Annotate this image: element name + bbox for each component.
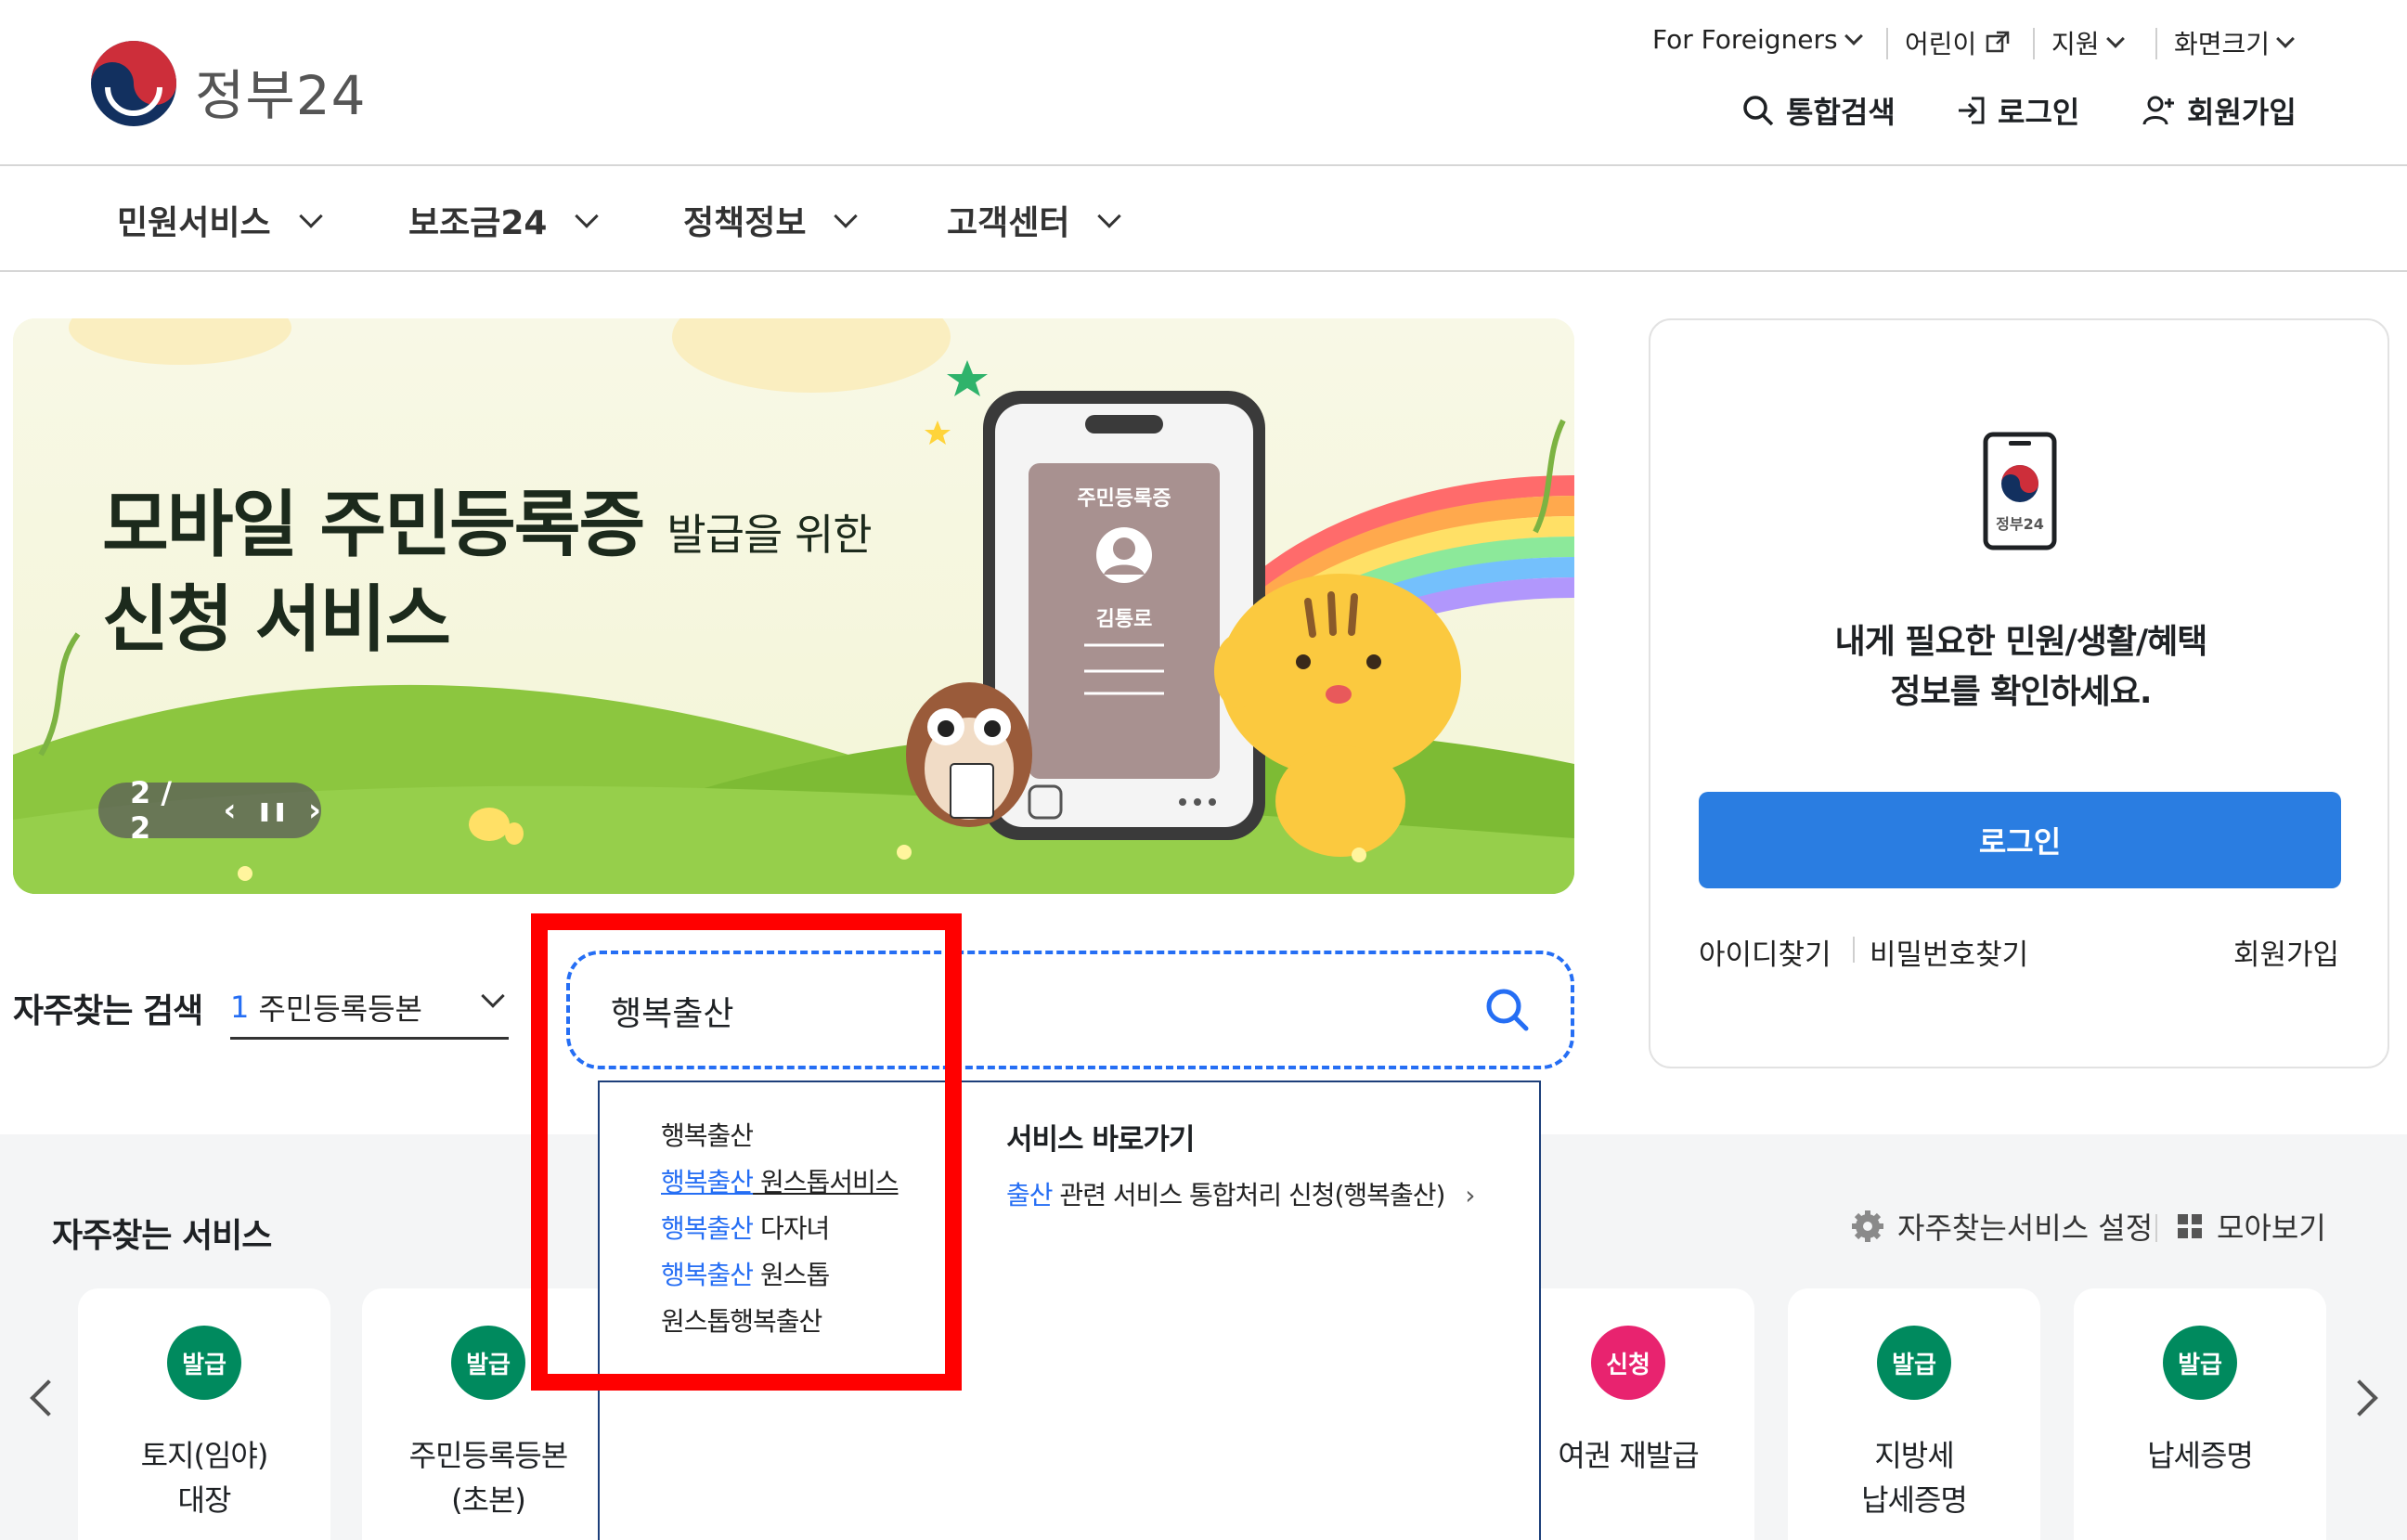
banner-controls: 2 / 2 ‹ ❚❚ › <box>98 775 321 846</box>
grid-icon <box>2178 1214 2202 1238</box>
frequent-services-settings[interactable]: 자주찾는서비스 설정 <box>1851 1205 2153 1248</box>
shortcut-text: 관련 서비스 통합처리 신청(행복출산) <box>1052 1180 1445 1210</box>
service-card[interactable]: 발급 납세증명 <box>2074 1288 2326 1540</box>
service-badge: 발급 <box>2163 1326 2237 1400</box>
divider <box>1853 937 1855 963</box>
divider <box>2155 28 2157 59</box>
chevron-down-icon <box>2276 30 2295 48</box>
banner-title-sub: 발급을 위한 <box>666 510 872 560</box>
gnb-item-civil-service[interactable]: 민원서비스 <box>117 196 323 244</box>
divider <box>1886 28 1888 59</box>
next-slide-button[interactable]: › <box>308 792 321 829</box>
search-icon[interactable] <box>1483 986 1532 1034</box>
login-button[interactable]: 로그인 <box>1955 89 2079 132</box>
gnb-item-label: 민원서비스 <box>117 204 271 242</box>
gnb-item-label: 고객센터 <box>947 204 1070 242</box>
banner-card-name: 김통로 <box>1095 608 1153 631</box>
integrated-search-button[interactable]: 통합검색 <box>1741 89 1896 132</box>
chevron-down-icon <box>575 204 600 228</box>
support-menu[interactable]: 지원 <box>2051 24 2125 61</box>
chevron-down-icon <box>298 204 323 228</box>
divider <box>2155 1214 2157 1242</box>
view-all-label: 모아보기 <box>2217 1210 2326 1246</box>
service-shortcut-title: 서비스 바로가기 <box>1006 1123 1195 1157</box>
service-badge: 발급 <box>1877 1326 1951 1400</box>
service-badge: 신청 <box>1591 1326 1665 1400</box>
find-id-link[interactable]: 아이디찾기 <box>1699 931 1831 973</box>
gnb-item-subsidy24[interactable]: 보조금24 <box>408 196 600 244</box>
gnb-item-policy-info[interactable]: 정책정보 <box>683 196 859 244</box>
signup-button[interactable]: 회원가입 <box>2142 89 2297 132</box>
frequent-services-title: 자주찾는 서비스 <box>52 1217 272 1255</box>
frequent-search-select[interactable]: 1 주민등록등본 <box>230 977 509 1040</box>
gnb-item-label: 정책정보 <box>683 204 807 242</box>
gnb-item-label: 보조금24 <box>408 204 548 242</box>
settings-label: 자주찾는서비스 설정 <box>1897 1210 2154 1246</box>
login-message-line1: 내게 필요한 민원/생활/혜택 <box>1834 623 2208 661</box>
frequent-search-value: 주민등록등본 <box>258 990 422 1027</box>
service-name: 토지(임야) 대장 <box>140 1438 269 1518</box>
service-badge: 발급 <box>167 1326 241 1400</box>
gear-icon <box>1852 1210 1883 1242</box>
chevron-down-icon <box>481 984 505 1008</box>
chevron-down-icon <box>834 204 859 228</box>
external-link-icon <box>1986 31 2010 53</box>
banner-title: 모바일 주민등록증 발급을 위한 <box>102 467 873 571</box>
panel-signup-link[interactable]: 회원가입 <box>2233 931 2339 973</box>
pause-icon[interactable]: ❚❚ <box>256 799 288 822</box>
service-name: 지방세 납세증명 <box>1861 1438 1968 1518</box>
login-panel: 정부24 내게 필요한 민원/생활/혜택 정보를 확인하세요. 로그인 아이디찾… <box>1649 318 2389 1068</box>
service-shortcut-link[interactable]: 출산 관련 서비스 통합처리 신청(행복출산) › <box>1006 1175 1476 1212</box>
prev-slide-button[interactable]: ‹ <box>223 792 236 829</box>
search-icon <box>1743 96 1774 126</box>
chevron-down-icon <box>2105 30 2125 48</box>
screen-size-label: 화면크기 <box>2174 29 2271 59</box>
for-foreigners-menu[interactable]: For Foreigners <box>1652 24 1863 55</box>
login-label: 로그인 <box>1998 95 2080 130</box>
login-message-line2: 정보를 확인하세요. <box>1890 673 2152 711</box>
login-icon <box>1959 97 1985 124</box>
government-logo-icon[interactable] <box>89 39 178 128</box>
service-card[interactable]: 발급 토지(임야) 대장 <box>78 1288 330 1540</box>
banner-page-indicator: 2 / 2 <box>130 775 173 846</box>
service-name: 납세증명 <box>2147 1438 2254 1473</box>
kids-label: 어린이 <box>1905 29 1977 59</box>
main-banner[interactable]: 모바일 주민등록증 발급을 위한 신청 서비스 주민등록증 김통로 2 / 2 … <box>13 318 1574 894</box>
signup-label: 회원가입 <box>2187 95 2297 130</box>
highlight-annotation-box <box>531 913 962 1391</box>
divider <box>2033 28 2035 59</box>
kids-link[interactable]: 어린이 <box>1905 24 2010 61</box>
gnb-item-customer-center[interactable]: 고객센터 <box>947 196 1122 244</box>
banner-title-main: 모바일 주민등록증 <box>102 484 645 567</box>
shortcut-match: 출산 <box>1006 1180 1054 1210</box>
panel-login-button[interactable]: 로그인 <box>1699 792 2341 888</box>
chevron-down-icon <box>1844 26 1863 45</box>
service-card[interactable]: 발급 지방세 납세증명 <box>1788 1288 2040 1540</box>
chevron-right-icon: › <box>1465 1180 1475 1210</box>
site-title[interactable]: 정부24 <box>195 52 367 130</box>
site-header: 정부24 For Foreigners 어린이 지원 화면크기 통합검색 로그인 <box>0 0 2407 166</box>
for-foreigners-label: For Foreigners <box>1652 24 1838 55</box>
support-label: 지원 <box>2051 29 2100 59</box>
main-navigation: 민원서비스 보조금24 정책정보 고객센터 <box>0 168 2407 272</box>
service-badge: 발급 <box>451 1326 525 1400</box>
frequent-search-label: 자주찾는 검색 <box>13 992 203 1030</box>
banner-title-line2: 신청 서비스 <box>102 578 451 662</box>
banner-card-label: 주민등록증 <box>1077 487 1171 511</box>
frequent-search-rank: 1 <box>230 989 250 1025</box>
login-message: 내게 필요한 민원/생활/혜택 정보를 확인하세요. <box>1650 617 2391 718</box>
app-icon-label: 정부24 <box>1996 515 2044 533</box>
screen-size-menu[interactable]: 화면크기 <box>2174 24 2295 61</box>
service-name: 주민등록등본 (초본) <box>408 1438 569 1518</box>
user-plus-icon <box>2142 96 2174 125</box>
chevron-down-icon <box>1097 204 1122 228</box>
integrated-search-label: 통합검색 <box>1786 95 1896 130</box>
view-all-button[interactable]: 모아보기 <box>2176 1205 2326 1248</box>
find-password-link[interactable]: 비밀번호찾기 <box>1870 931 2028 973</box>
